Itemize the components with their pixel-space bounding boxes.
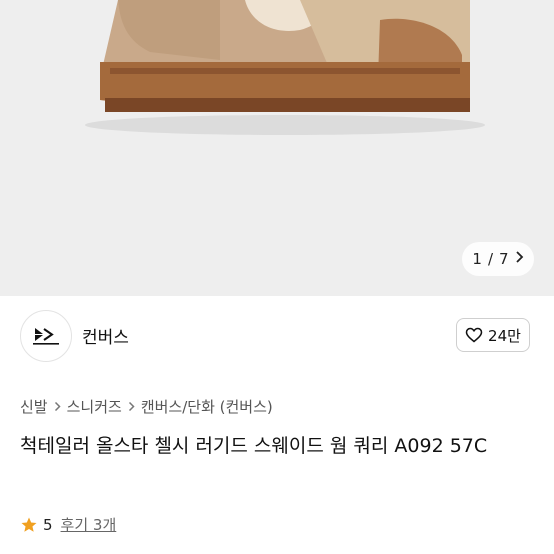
brand-logo[interactable]	[20, 310, 72, 362]
review-count-link[interactable]: 후기 3개	[61, 514, 117, 535]
pager-current: 1	[472, 250, 482, 268]
heart-outline-icon	[465, 327, 483, 343]
breadcrumb-item-sneakers[interactable]: 스니커즈	[67, 396, 122, 417]
chevron-right-icon[interactable]	[515, 250, 524, 268]
breadcrumb-item-shoes[interactable]: 신발	[20, 396, 48, 417]
star-icon	[21, 517, 37, 532]
breadcrumb-item-canvas[interactable]: 캔버스/단화 (컨버스)	[141, 396, 273, 417]
rating-row: 5 후기 3개	[20, 514, 116, 535]
rating-score: 5	[43, 515, 53, 534]
brand-row: 컨버스 24만	[0, 310, 554, 362]
chevron-right-icon	[128, 398, 135, 416]
image-pager[interactable]: 1 / 7	[462, 242, 534, 276]
brand-name[interactable]: 컨버스	[82, 323, 129, 348]
like-count: 24만	[488, 326, 521, 345]
product-title: 척테일러 올스타 첼시 러기드 스웨이드 웜 쿼리 A092 57C	[20, 435, 488, 457]
pager-total: 7	[499, 250, 509, 268]
chevron-right-icon	[54, 398, 61, 416]
converse-logo	[33, 328, 59, 345]
brand-like-button[interactable]: 24만	[456, 318, 530, 352]
product-image-gallery[interactable]: 1 / 7	[0, 0, 554, 296]
pager-separator: /	[487, 250, 494, 268]
breadcrumb: 신발 스니커즈 캔버스/단화 (컨버스)	[20, 396, 273, 417]
